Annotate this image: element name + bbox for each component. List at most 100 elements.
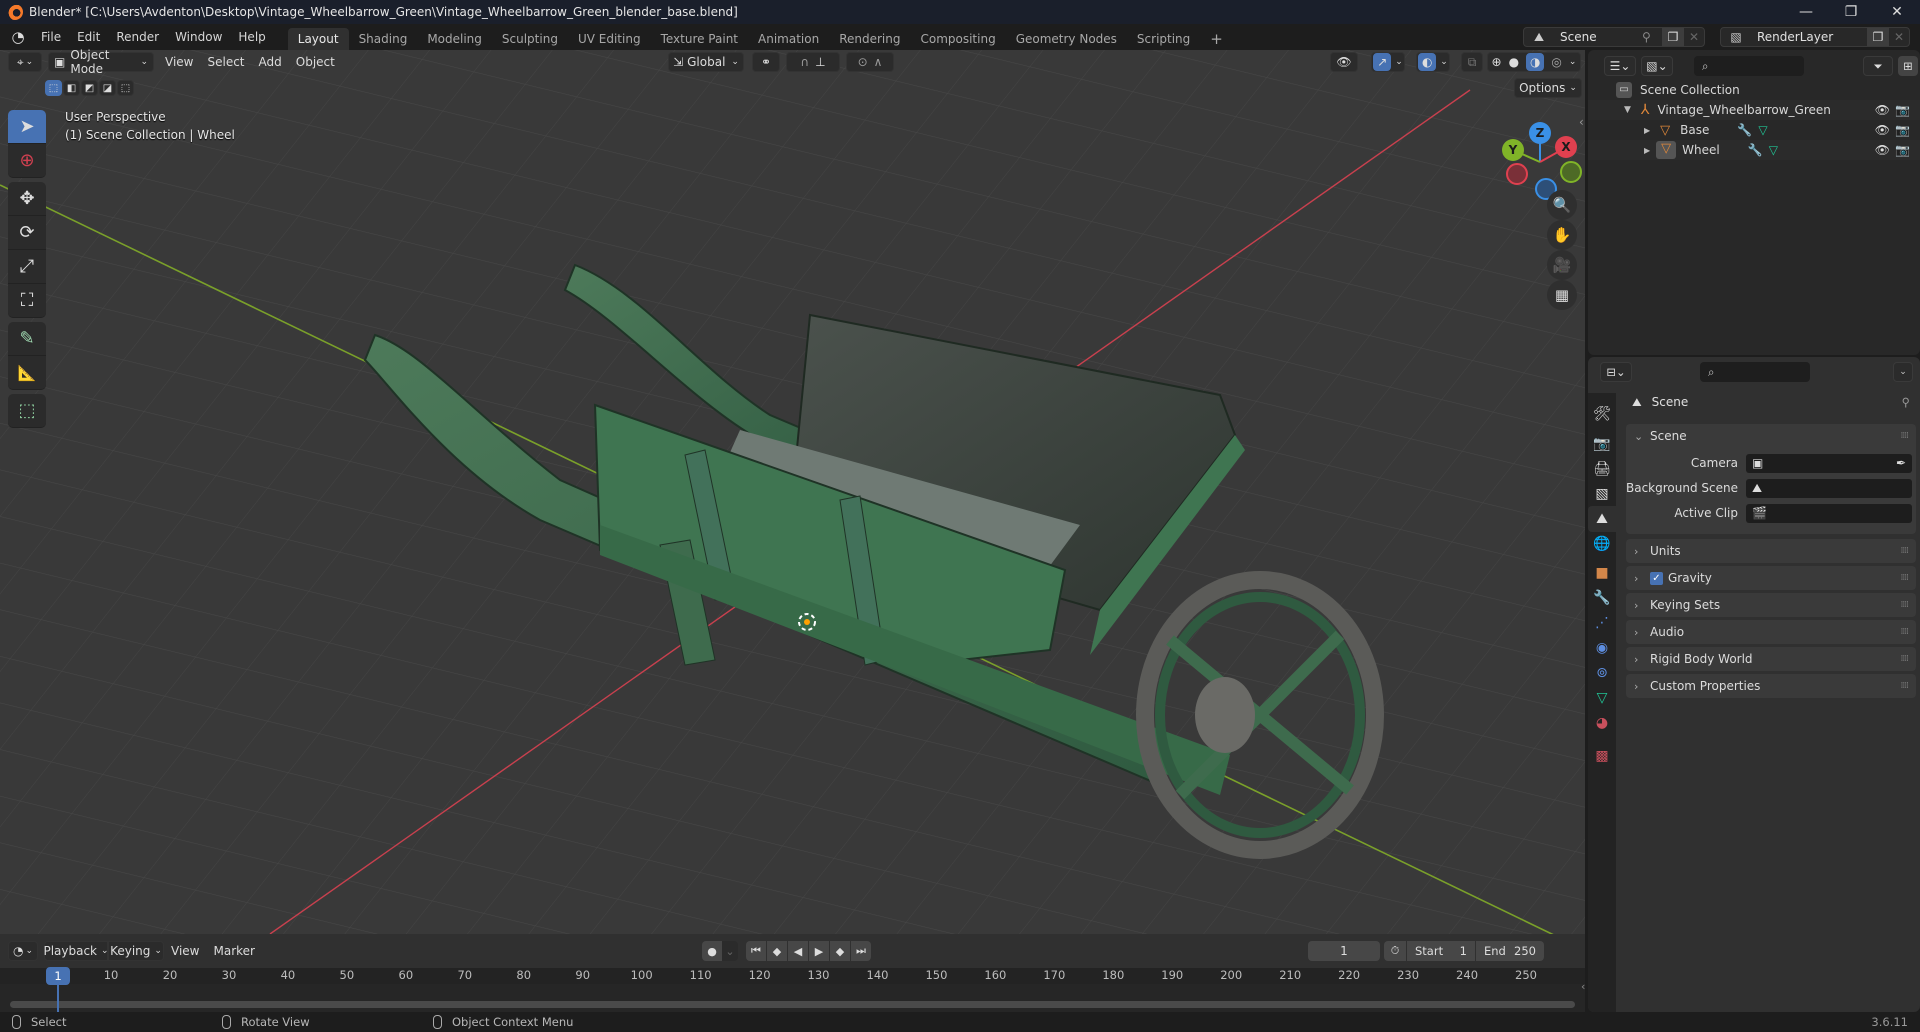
auto-keying-options[interactable]: ⌄	[722, 941, 738, 961]
annotate-tool-icon[interactable]: ✎	[8, 322, 46, 356]
transform-orientation-dropdown[interactable]: ⇲ Global ⌄	[668, 52, 744, 72]
timeline-scrollbar[interactable]	[10, 1001, 1575, 1008]
editor-type-button[interactable]: ⌖ ⌄	[8, 52, 42, 72]
visibility-eye-icon[interactable]: 👁	[1875, 143, 1890, 157]
select-subtract-icon[interactable]: ◩	[81, 80, 98, 96]
drag-handle-icon[interactable]: ⁞⁞⁞⁞	[1901, 573, 1910, 583]
delete-view-layer-icon[interactable]: ✕	[1889, 30, 1909, 44]
proportional-editing-toggle[interactable]: ⊙ ∧	[846, 52, 894, 72]
add-cube-tool-icon[interactable]: ⬚	[8, 394, 46, 428]
play-icon[interactable]: ▶	[809, 941, 829, 961]
modifier-wrench-icon[interactable]: 🔧	[1748, 143, 1763, 157]
tab-rendering[interactable]: Rendering	[829, 28, 910, 50]
preview-range-stopwatch-icon[interactable]: ⏱	[1384, 941, 1406, 961]
scale-tool-icon[interactable]: ⤢	[8, 250, 46, 284]
previous-keyframe-icon[interactable]: ◆	[767, 941, 787, 961]
menu-help[interactable]: Help	[230, 24, 273, 50]
gizmos-toggle[interactable]: ↗ ⌄	[1371, 52, 1405, 72]
units-panel[interactable]: › Units ⁞⁞⁞⁞	[1626, 539, 1916, 563]
keying-sets-panel[interactable]: › Keying Sets ⁞⁞⁞⁞	[1626, 593, 1916, 617]
select-difference-icon[interactable]: ◪	[99, 80, 116, 96]
view-layer-selector[interactable]: ▧ RenderLayer ❐ ✕	[1720, 27, 1910, 47]
background-scene-field[interactable]: ⛰	[1746, 478, 1912, 498]
tab-scripting[interactable]: Scripting	[1127, 28, 1200, 50]
render-camera-icon[interactable]: 📷	[1895, 123, 1910, 137]
playback-menu[interactable]: Playback ⌄	[43, 941, 109, 961]
start-frame-field[interactable]: Start 1	[1407, 941, 1475, 961]
menu-edit[interactable]: Edit	[69, 24, 108, 50]
tab-geometry-nodes[interactable]: Geometry Nodes	[1006, 28, 1127, 50]
pin-icon[interactable]: ⚲	[1642, 30, 1662, 44]
tab-data-icon[interactable]: ▽	[1588, 685, 1616, 711]
drag-handle-icon[interactable]: ⁞⁞⁞⁞	[1901, 431, 1910, 441]
zoom-view-icon[interactable]: 🔍	[1547, 190, 1577, 220]
menu-object[interactable]: Object	[289, 55, 342, 69]
menu-add[interactable]: Add	[252, 55, 289, 69]
delete-scene-icon[interactable]: ✕	[1684, 30, 1704, 44]
tab-object-icon[interactable]: ■	[1588, 560, 1616, 586]
menu-window[interactable]: Window	[167, 24, 230, 50]
timeline-editor-type-button[interactable]: ◔ ⌄	[8, 941, 38, 961]
filter-dropdown[interactable]: ⏷	[1863, 56, 1893, 76]
properties-options-dropdown[interactable]: ⌄	[1893, 362, 1913, 382]
tab-render-icon[interactable]: 📷	[1588, 431, 1616, 457]
visibility-eye-icon[interactable]: 👁	[1875, 103, 1890, 117]
modifier-wrench-icon[interactable]: 🔧	[1737, 123, 1752, 137]
drag-handle-icon[interactable]: ⁞⁞⁞⁞	[1901, 627, 1910, 637]
select-extend-icon[interactable]: ◧	[63, 80, 80, 96]
measure-tool-icon[interactable]: 📐	[8, 356, 46, 390]
rigid-body-world-panel[interactable]: › Rigid Body World ⁞⁞⁞⁞	[1626, 647, 1916, 671]
tab-particles-icon[interactable]: ⋰	[1588, 610, 1616, 636]
timeline-sidebar-toggle-icon[interactable]: ‹	[1581, 980, 1585, 993]
tab-material-icon[interactable]: ◕	[1588, 710, 1616, 736]
expand-arrow-icon[interactable]: ▼	[1624, 105, 1631, 115]
gizmo-z-axis[interactable]: Z	[1529, 122, 1551, 144]
tab-view-layer-icon[interactable]: ▧	[1588, 481, 1616, 507]
active-clip-field[interactable]: 🎬	[1746, 503, 1912, 523]
tab-shading[interactable]: Shading	[349, 28, 418, 50]
select-intersect-icon[interactable]: ⬚	[117, 80, 134, 96]
camera-view-icon[interactable]: 🎥	[1547, 250, 1577, 280]
camera-field[interactable]: ▣ ✒	[1746, 453, 1912, 473]
add-workspace-button[interactable]: +	[1200, 28, 1233, 50]
pan-view-hand-icon[interactable]: ✋	[1547, 220, 1577, 250]
snapping-toggle[interactable]: ∩ ⊥	[786, 52, 840, 72]
select-new-icon[interactable]: ⬚	[45, 80, 62, 96]
next-keyframe-icon[interactable]: ◆	[830, 941, 850, 961]
mode-selector[interactable]: ▣ Object Mode ⌄	[48, 48, 154, 76]
blender-menu-icon[interactable]: ◔	[9, 28, 27, 46]
tab-sculpting[interactable]: Sculpting	[492, 28, 568, 50]
pin-icon[interactable]: ⚲	[1902, 395, 1910, 409]
eyedropper-icon[interactable]: ✒	[1896, 456, 1906, 470]
outliner-search-input[interactable]: ⌕	[1694, 56, 1804, 76]
tab-animation[interactable]: Animation	[748, 28, 829, 50]
xray-toggle[interactable]: ⧉	[1461, 52, 1483, 72]
properties-search-input[interactable]: ⌕	[1700, 362, 1810, 382]
tab-compositing[interactable]: Compositing	[910, 28, 1005, 50]
new-scene-icon[interactable]: ❐	[1662, 28, 1684, 46]
select-box-tool-icon[interactable]: ➤	[8, 110, 46, 144]
rendered-shading-icon[interactable]: ◎	[1551, 55, 1561, 69]
new-collection-button[interactable]: ⊞	[1898, 56, 1918, 76]
audio-panel[interactable]: › Audio ⁞⁞⁞⁞	[1626, 620, 1916, 644]
outliner-row-base[interactable]: ▶ ▽ Base 🔧 ▽ 👁 📷	[1588, 120, 1920, 140]
new-view-layer-icon[interactable]: ❐	[1867, 28, 1889, 46]
render-camera-icon[interactable]: 📷	[1895, 103, 1910, 117]
tab-output-icon[interactable]: 🖨	[1588, 456, 1616, 482]
tab-physics-icon[interactable]: ◉	[1588, 635, 1616, 661]
jump-to-end-icon[interactable]: ⏭	[851, 941, 871, 961]
timeline-track-area[interactable]	[0, 984, 1585, 1012]
tab-uv-editing[interactable]: UV Editing	[568, 28, 651, 50]
timeline-marker-menu[interactable]: Marker	[206, 944, 261, 958]
scene-panel-header[interactable]: ⌄ Scene ⁞⁞⁞⁞	[1626, 424, 1916, 448]
play-reverse-icon[interactable]: ◀	[788, 941, 808, 961]
drag-handle-icon[interactable]: ⁞⁞⁞⁞	[1901, 546, 1910, 556]
shading-options-icon[interactable]: ⌄	[1569, 57, 1577, 67]
end-frame-field[interactable]: End 250	[1476, 941, 1544, 961]
outliner-row-scene-collection[interactable]: ▭ Scene Collection	[1588, 80, 1920, 100]
tab-scene-icon[interactable]: ⛰	[1588, 506, 1616, 532]
playhead-frame-badge[interactable]: 1	[46, 967, 70, 985]
auto-keying-toggle[interactable]: ●	[702, 941, 722, 961]
tab-constraints-icon[interactable]: ⊚	[1588, 660, 1616, 686]
menu-file[interactable]: File	[33, 24, 69, 50]
